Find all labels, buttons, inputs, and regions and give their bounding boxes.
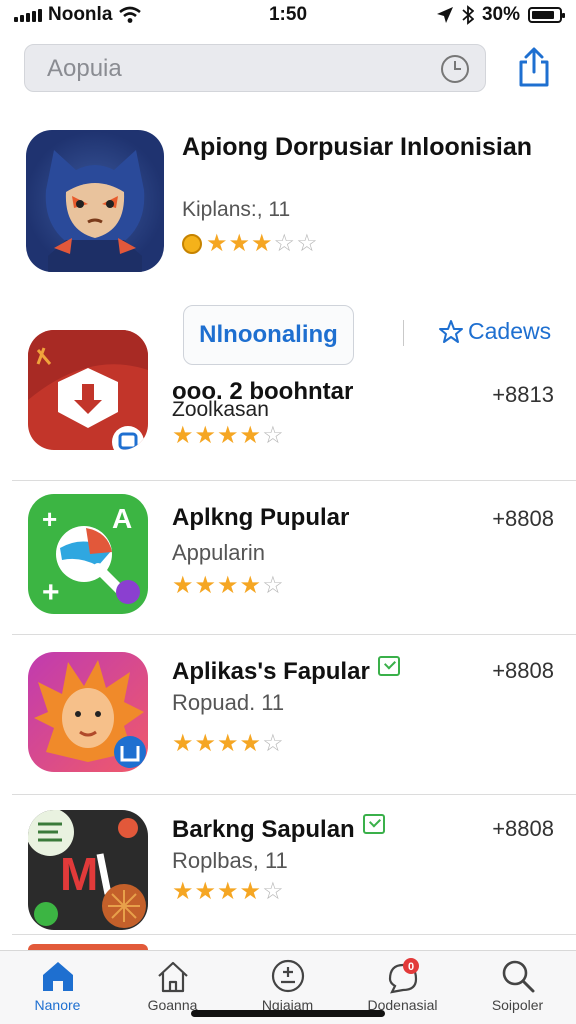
verified-check-icon: [362, 814, 385, 834]
list-item[interactable]: + + A Aplkng Pupular Appularin +8808 ★ ★ ★…: [0, 490, 576, 640]
star-filled-icon: ★: [172, 572, 194, 599]
star-filled-icon: ★: [217, 730, 239, 757]
battery-icon: [528, 7, 565, 23]
app-subtitle: Zoolkasan: [172, 398, 269, 421]
app-subtitle: Appularin: [172, 540, 265, 565]
star-rating: ★ ★ ★ ★ ☆: [172, 574, 284, 598]
star-filled-icon: ★: [239, 878, 262, 905]
location-arrow-icon: [436, 7, 453, 23]
star-filled-icon: ★: [228, 230, 251, 257]
search-bar[interactable]: [24, 44, 486, 92]
app-title-row: Barkng Sapulan: [172, 814, 385, 844]
featured-app-icon[interactable]: [26, 130, 164, 272]
star-filled-icon: ★: [194, 422, 217, 449]
home-indicator: [191, 1010, 385, 1017]
star-filled-icon: ★: [206, 230, 228, 257]
status-bar: Noonla 1:50 30%: [0, 0, 576, 30]
star-filled-icon: ★: [172, 422, 194, 449]
star-filled-icon: ★: [194, 572, 217, 599]
search-input[interactable]: [47, 55, 427, 83]
app-price[interactable]: +8808: [492, 816, 554, 842]
app-price[interactable]: +8808: [492, 506, 554, 532]
star-filled-icon: ★: [194, 878, 217, 905]
svg-text:A: A: [112, 503, 132, 534]
app-icon: + + A: [28, 494, 148, 614]
notification-badge: 0: [407, 961, 413, 973]
list-item[interactable]: ooo. 2 boohntar Zoolkasan +8813 ★ ★ ★ ★ ☆: [0, 320, 576, 470]
star-filled-icon: ★: [217, 878, 239, 905]
list-item[interactable]: M Barkng Sapulan Roplbas, 11 +8808 ★ ★ ★ ★ ☆: [0, 804, 576, 954]
app-icon: [28, 652, 148, 772]
tab-fourth[interactable]: 0 Dodenasial: [345, 957, 460, 1017]
verified-check-icon: [377, 656, 400, 676]
star-rating: ★ ★ ★ ☆ ☆: [206, 232, 318, 256]
star-rating: ★ ★ ★ ★ ☆: [172, 880, 284, 904]
star-filled-icon: ★: [217, 572, 239, 599]
app-icon: [28, 330, 148, 450]
plus-minus-icon: [271, 959, 304, 993]
app-price[interactable]: +8813: [492, 382, 554, 408]
svg-text:+: +: [42, 504, 57, 534]
battery-level: [532, 11, 554, 19]
battery-percent: 30%: [481, 4, 520, 25]
tab-label: Nanore: [34, 997, 81, 1013]
featured-rating: ★ ★ ★ ☆ ☆: [182, 232, 318, 256]
app-title-row: Aplikas's Fapular: [172, 656, 400, 686]
tab-home[interactable]: Nanore: [0, 957, 115, 1017]
star-filled-icon: ★: [172, 730, 194, 757]
app-title: Aplikas's Fapular: [172, 658, 370, 685]
star-rating: ★ ★ ★ ★ ☆: [172, 424, 284, 448]
svg-text:+: +: [42, 576, 60, 609]
star-empty-icon: ☆: [273, 230, 296, 257]
coin-icon: [182, 234, 202, 254]
notification-icon: 0: [388, 958, 419, 994]
clock-icon[interactable]: [441, 55, 469, 83]
home-icon: [42, 962, 73, 991]
tab-third[interactable]: Ngiajam: [230, 957, 345, 1017]
tab-search[interactable]: Soipoler: [460, 957, 575, 1017]
app-price[interactable]: +8808: [492, 658, 554, 684]
app-subtitle: Ropuad. 11: [172, 690, 285, 715]
divider: [12, 480, 576, 481]
app-title: Barkng Sapulan: [172, 816, 355, 843]
app-subtitle: Roplbas, 11: [172, 848, 288, 873]
star-empty-icon: ☆: [262, 572, 284, 599]
star-filled-icon: ★: [239, 730, 262, 757]
star-filled-icon: ★: [239, 422, 262, 449]
tab-second[interactable]: Goanna: [115, 957, 230, 1017]
status-right: 30%: [436, 4, 565, 26]
share-icon[interactable]: [512, 46, 556, 90]
divider: [12, 794, 576, 795]
list-item[interactable]: Aplikas's Fapular Ropuad. 11 +8808 ★ ★ ★ ★ ☆: [0, 646, 576, 796]
star-empty-icon: ☆: [262, 878, 284, 905]
star-empty-icon: ☆: [296, 230, 318, 257]
divider: [12, 634, 576, 635]
divider: [12, 934, 576, 935]
star-filled-icon: ★: [172, 878, 194, 905]
star-filled-icon: ★: [194, 730, 217, 757]
hooded-character-icon: [45, 150, 145, 272]
star-filled-icon: ★: [239, 572, 262, 599]
app-icon: M: [28, 810, 148, 930]
featured-app-title[interactable]: Apiong Dorpusiar Inloonisian: [182, 132, 552, 163]
star-filled-icon: ★: [217, 422, 239, 449]
star-empty-icon: ☆: [262, 730, 284, 757]
svg-text:M: M: [60, 848, 98, 900]
featured-app-subtitle: Kiplans:, 11: [182, 198, 291, 221]
bluetooth-icon: [462, 5, 474, 25]
tab-label: Soipoler: [491, 997, 544, 1013]
star-empty-icon: ☆: [262, 422, 284, 449]
house-outline-icon: [157, 961, 188, 993]
star-rating: ★ ★ ★ ★ ☆: [172, 732, 284, 756]
search-icon: [502, 960, 534, 993]
app-title: Aplkng Pupular: [172, 504, 350, 531]
star-filled-icon: ★: [251, 230, 273, 257]
